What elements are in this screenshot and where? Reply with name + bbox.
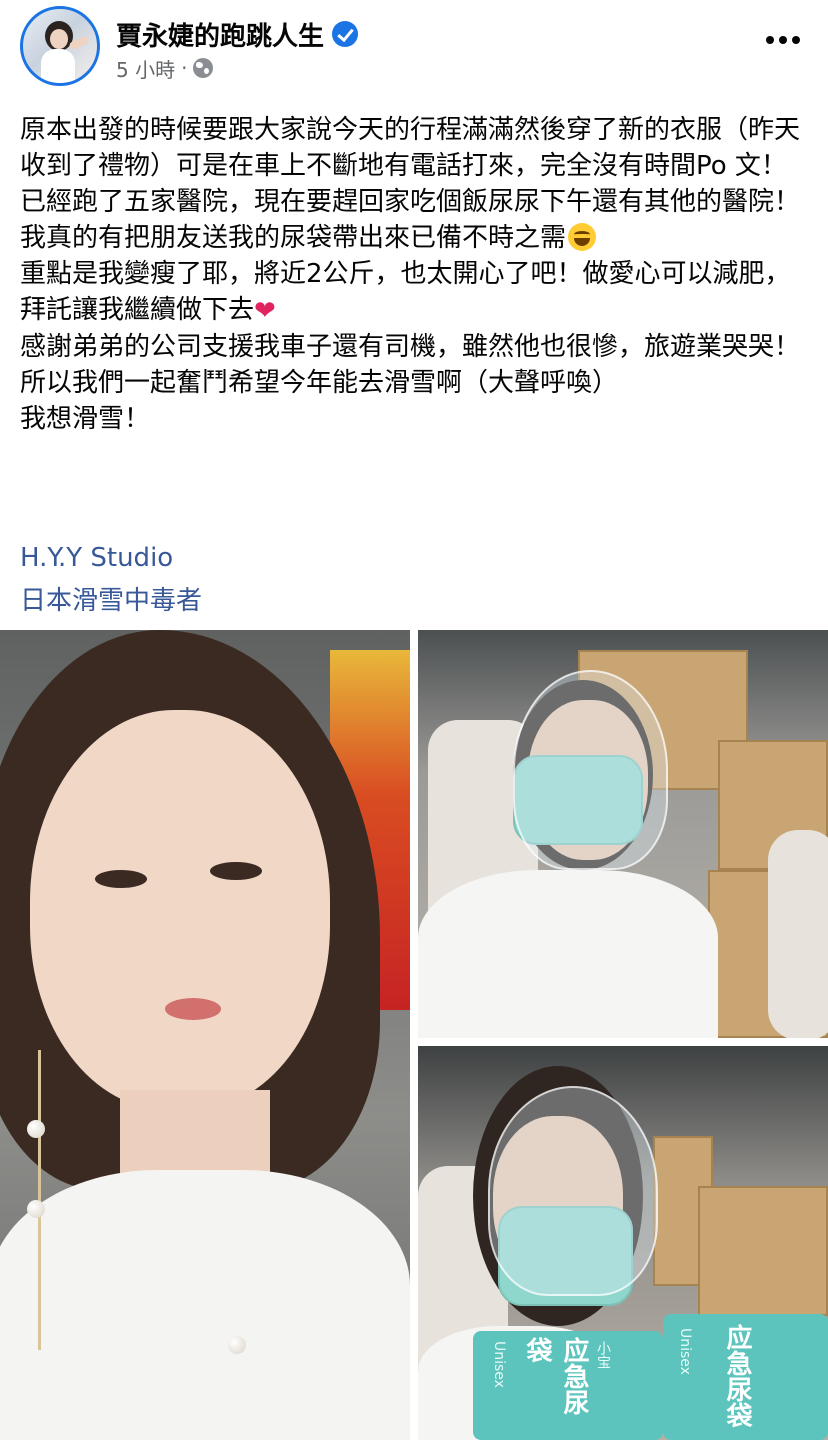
post-header: 賈永婕的跑跳人生 5 小時 ·	[0, 0, 828, 100]
bag-brand: 小宝	[595, 1341, 611, 1369]
post-paragraph: 所以我們一起奮鬥希望今年能去滑雪啊（大聲呼喚）	[20, 368, 619, 398]
pearl	[228, 1336, 246, 1354]
face-shield	[513, 670, 668, 870]
urine-bag: Unisex 应急尿袋	[663, 1314, 828, 1440]
post-paragraph: 原本出發的時候要跟大家說今天的行程滿滿然後穿了新的衣服（昨天收到了禮物）可是在車…	[20, 115, 801, 181]
post-paragraph: 感謝弟弟的公司支援我車子還有司機，雖然他也很慘，旅遊業哭哭！	[20, 332, 801, 362]
post-text: 我真的有把朋友送我的尿袋帶出來已備不時之需	[20, 223, 567, 253]
bag-brand: Unisex	[677, 1328, 693, 1375]
more-dot-icon	[766, 36, 774, 44]
white-top	[418, 870, 718, 1038]
lips	[165, 998, 221, 1020]
eye	[95, 870, 147, 888]
car-seat	[768, 830, 828, 1038]
author-name[interactable]: 賈永婕的跑跳人生	[116, 16, 324, 53]
bag-label: 应急尿袋	[722, 1324, 752, 1428]
laughing-emoji-icon	[568, 223, 597, 251]
heart-emoji-icon: ❤	[254, 296, 276, 326]
pearl	[27, 1120, 45, 1138]
verified-badge-icon	[332, 21, 359, 47]
more-dot-icon	[779, 36, 787, 44]
author-avatar[interactable]	[20, 6, 100, 86]
avatar-body	[41, 49, 75, 83]
post-timestamp[interactable]: 5 小時	[116, 54, 175, 83]
post-photo-3[interactable]: Unisex 应急尿袋 小宝 Unisex 应急尿袋	[418, 1046, 828, 1440]
more-dot-icon	[792, 36, 800, 44]
post-paragraph: 我想滑雪！	[20, 404, 151, 434]
more-options-button[interactable]	[766, 30, 800, 50]
face	[30, 710, 330, 1110]
post-paragraph: 我真的有把朋友送我的尿袋帶出來已備不時之需	[20, 220, 810, 256]
author-row: 賈永婕的跑跳人生	[116, 14, 359, 54]
globe-icon[interactable]	[193, 58, 214, 78]
post-photo-1[interactable]	[0, 630, 410, 1440]
post-paragraph: 已經跑了五家醫院，現在要趕回家吃個飯尿尿下午還有其他的醫院！	[20, 187, 801, 217]
meta-separator: ·	[181, 56, 188, 80]
post-meta: 5 小時 ·	[116, 54, 214, 83]
hashtag-link[interactable]: 日本滑雪中毒者	[20, 580, 202, 617]
post-photo-2[interactable]	[418, 630, 828, 1038]
studio-link[interactable]: H.Y.Y Studio	[20, 543, 173, 573]
bag-brand: Unisex	[491, 1341, 507, 1388]
eye	[210, 862, 262, 880]
post-paragraph: 重點是我變瘦了耶，將近2公斤，也太開心了吧！做愛心可以減肥，拜託讓我繼續做下去❤	[20, 256, 810, 329]
bag-label: 应急尿袋	[522, 1337, 589, 1415]
urine-bag: Unisex 应急尿袋 小宝	[473, 1331, 663, 1440]
cardboard-box	[698, 1186, 828, 1316]
post-text: 重點是我變瘦了耶，將近2公斤，也太開心了吧！做愛心可以減肥，拜託讓我繼續做下去	[20, 259, 791, 325]
post-body: 原本出發的時候要跟大家說今天的行程滿滿然後穿了新的衣服（昨天收到了禮物）可是在車…	[20, 112, 810, 437]
face-shield	[488, 1086, 658, 1296]
white-top	[0, 1170, 410, 1440]
avatar-face	[50, 29, 68, 49]
pearl	[27, 1200, 45, 1218]
